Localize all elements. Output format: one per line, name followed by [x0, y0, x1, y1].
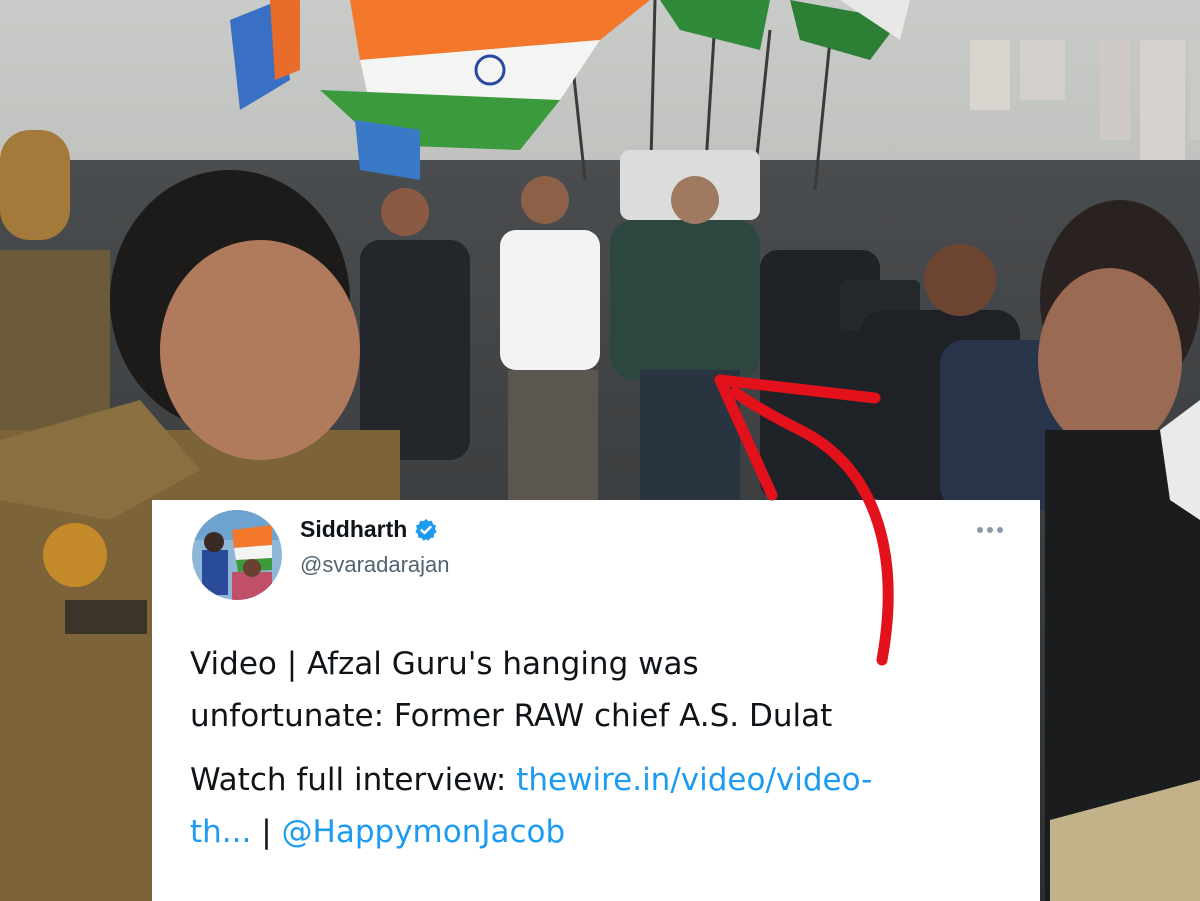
tweet-text-para2: Watch full interview: thewire.in/video/v… — [190, 754, 1020, 858]
tweet-card[interactable]: Siddharth @svaradarajan Video | Afzal Gu… — [152, 500, 1040, 901]
separator: | — [251, 814, 282, 850]
tweet-text: Video | Afzal Guru's hanging was unfortu… — [190, 638, 1020, 858]
tweet-line-1: Video | Afzal Guru's hanging was — [190, 646, 699, 682]
video-link-part1[interactable]: thewire.in/video/video- — [516, 762, 872, 798]
more-options-icon[interactable] — [972, 520, 1008, 540]
tweet-line-2: unfortunate: Former RAW chief A.S. Dulat — [190, 698, 833, 734]
avatar[interactable] — [192, 510, 282, 600]
verified-badge-icon — [414, 518, 438, 542]
watch-label: Watch full interview: — [190, 762, 517, 798]
mention-link[interactable]: @HappymonJacob — [282, 814, 566, 850]
video-link-part2[interactable]: th... — [190, 814, 251, 850]
tweet-text-para1: Video | Afzal Guru's hanging was unfortu… — [190, 638, 1020, 742]
display-name[interactable]: Siddharth — [300, 516, 407, 543]
handle[interactable]: @svaradarajan — [300, 552, 450, 578]
